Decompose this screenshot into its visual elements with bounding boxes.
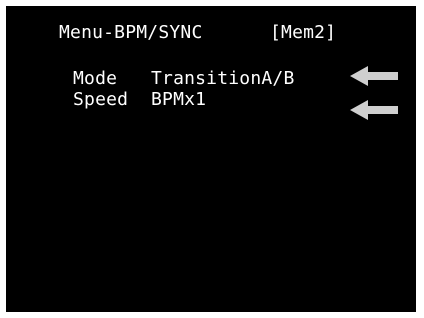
left-arrow-icon[interactable] xyxy=(350,100,398,120)
menu-title: Menu-BPM/SYNC xyxy=(59,22,203,43)
speed-label: Speed xyxy=(73,89,129,110)
mode-value[interactable]: TransitionA/B xyxy=(151,68,294,89)
osd-screen: Menu-BPM/SYNC [Mem2] Mode TransitionA/B … xyxy=(6,6,416,312)
mode-label: Mode xyxy=(73,68,118,89)
menu-item-speed[interactable]: Speed BPMx1 xyxy=(73,89,206,173)
left-arrow-icon[interactable] xyxy=(350,66,398,86)
memory-slot-label: [Mem2] xyxy=(270,22,337,43)
speed-value[interactable]: BPMx1 xyxy=(151,89,206,110)
